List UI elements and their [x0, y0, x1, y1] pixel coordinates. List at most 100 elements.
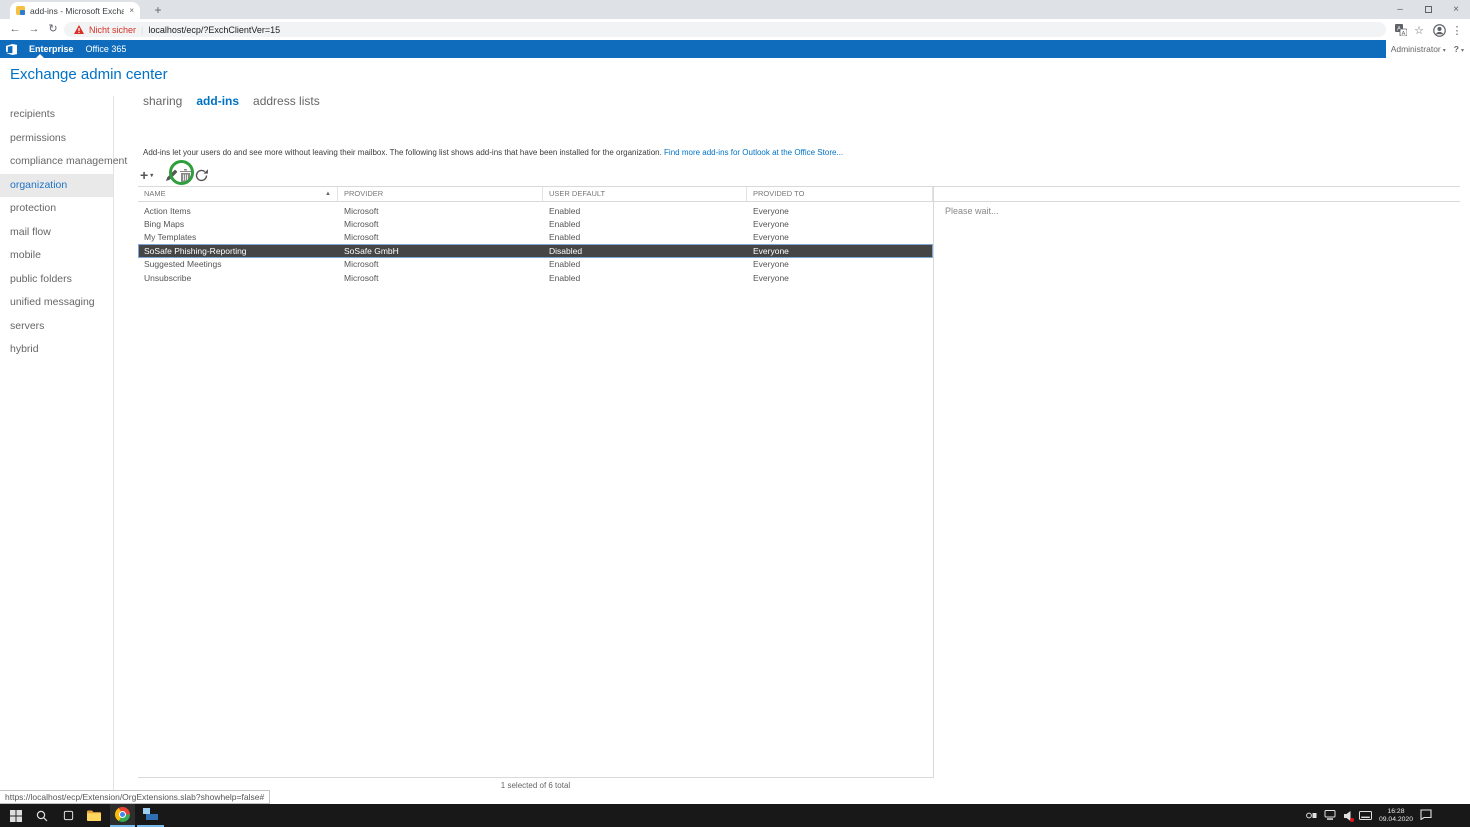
sidebar-item-hybrid[interactable]: hybrid — [0, 338, 113, 362]
start-button[interactable] — [4, 804, 28, 827]
exchange-favicon — [16, 6, 25, 15]
file-explorer-button[interactable] — [82, 804, 106, 827]
help-menu[interactable]: ?▾ — [1454, 44, 1464, 54]
sidebar-item-recipients[interactable]: recipients — [0, 103, 113, 127]
sidebar-item-permissions[interactable]: permissions — [0, 127, 113, 151]
table-cell: Bing Maps — [138, 219, 338, 229]
app-taskbar-button[interactable] — [137, 804, 164, 827]
tray-status-icon[interactable] — [1306, 807, 1317, 825]
profile-avatar-icon[interactable] — [1432, 23, 1446, 37]
translate-icon[interactable]: AA — [1394, 23, 1408, 37]
sidebar-item-mail-flow[interactable]: mail flow — [0, 221, 113, 245]
bookmark-star-icon[interactable]: ☆ — [1412, 23, 1426, 37]
table-cell: Microsoft — [338, 259, 543, 269]
table-row[interactable]: SoSafe Phishing-ReportingSoSafe GmbHDisa… — [138, 244, 933, 257]
nav-office-365[interactable]: Office 365 — [86, 44, 127, 54]
table-row[interactable]: My TemplatesMicrosoftEnabledEveryone — [138, 231, 933, 244]
pencil-icon — [166, 169, 178, 181]
taskbar-clock[interactable]: 16:28 09.04.2020 — [1379, 808, 1413, 824]
table-cell: Everyone — [747, 246, 933, 256]
new-tab-button[interactable]: + — [150, 3, 166, 19]
sidebar-item-servers[interactable]: servers — [0, 315, 113, 339]
action-center-icon[interactable] — [1420, 807, 1432, 825]
list-rows: Action ItemsMicrosoftEnabledEveryoneBing… — [138, 204, 933, 284]
taskbar: 16:28 09.04.2020 — [0, 804, 1470, 827]
status-bar-link: https://localhost/ecp/Extension/OrgExten… — [0, 790, 270, 804]
table-cell: Everyone — [747, 206, 933, 216]
window-restore-button[interactable] — [1414, 0, 1442, 19]
security-warning-label[interactable]: Nicht sicher — [89, 25, 136, 35]
chevron-down-icon: ▾ — [150, 172, 153, 179]
task-view-button[interactable] — [56, 804, 80, 827]
table-cell: Action Items — [138, 206, 338, 216]
mute-badge — [1350, 818, 1354, 822]
address-bar[interactable]: Nicht sicher | localhost/ecp/?ExchClient… — [64, 22, 1386, 37]
table-cell: Enabled — [543, 273, 747, 283]
table-cell: SoSafe Phishing-Reporting — [138, 246, 338, 256]
network-icon[interactable] — [1324, 807, 1336, 825]
reload-icon[interactable]: ↻ — [44, 19, 62, 40]
table-cell: My Templates — [138, 232, 338, 242]
table-cell: Everyone — [747, 259, 933, 269]
browser-tab[interactable]: add-ins - Microsoft Exchange × — [10, 2, 140, 19]
task-view-icon — [63, 810, 74, 821]
window-minimize-button[interactable]: – — [1386, 0, 1414, 19]
chevron-down-icon: ▾ — [1461, 48, 1464, 54]
command-bar: +▾ — [140, 165, 260, 185]
table-row[interactable]: Action ItemsMicrosoftEnabledEveryone — [138, 204, 933, 217]
table-cell: SoSafe GmbH — [338, 246, 543, 256]
sidebar-item-unified-messaging[interactable]: unified messaging — [0, 291, 113, 315]
windows-logo-icon — [10, 810, 22, 822]
sidebar-item-public-folders[interactable]: public folders — [0, 268, 113, 292]
nav-enterprise[interactable]: Enterprise — [29, 44, 74, 54]
table-row[interactable]: UnsubscribeMicrosoftEnabledEveryone — [138, 271, 933, 284]
column-header-provider[interactable]: PROVIDER — [338, 187, 543, 201]
table-cell: Disabled — [543, 246, 747, 256]
column-header-name[interactable]: NAME▲ — [138, 187, 338, 201]
tab-close-icon[interactable]: × — [129, 6, 134, 15]
sidebar-item-organization[interactable]: organization — [0, 174, 113, 198]
table-cell: Unsubscribe — [138, 273, 338, 283]
tab-sharing[interactable]: sharing — [143, 94, 182, 108]
url-text[interactable]: localhost/ecp/?ExchClientVer=15 — [148, 25, 280, 35]
selection-count: 1 selected of 6 total — [138, 781, 933, 790]
o365-suite-bar: Enterprise Office 365 Administrator▾ ?▾ — [0, 40, 1470, 58]
sidebar-item-compliance-management[interactable]: compliance management — [0, 150, 113, 174]
delete-button[interactable] — [180, 165, 191, 185]
volume-muted-icon[interactable] — [1343, 811, 1352, 821]
column-header-provided-to[interactable]: PROVIDED TO — [747, 187, 933, 201]
tab-title: add-ins - Microsoft Exchange — [30, 6, 124, 16]
security-warning-icon — [74, 25, 84, 34]
table-row[interactable]: Bing MapsMicrosoftEnabledEveryone — [138, 217, 933, 230]
edit-button[interactable] — [166, 165, 178, 185]
forward-icon[interactable]: → — [25, 19, 43, 40]
details-pane-status: Please wait... — [945, 206, 999, 216]
tab-add-ins[interactable]: add-ins — [196, 94, 239, 108]
sidebar-item-mobile[interactable]: mobile — [0, 244, 113, 268]
new-add-in-button[interactable]: +▾ — [140, 165, 153, 185]
taskbar-search-button[interactable] — [30, 804, 54, 827]
window-close-button[interactable]: × — [1442, 0, 1470, 19]
table-cell: Enabled — [543, 232, 747, 242]
account-menu[interactable]: Administrator▾ — [1391, 44, 1446, 54]
sort-ascending-icon: ▲ — [325, 187, 331, 201]
browser-menu-icon[interactable]: ⋮ — [1450, 23, 1464, 37]
table-cell: Everyone — [747, 219, 933, 229]
chrome-taskbar-button[interactable] — [110, 804, 135, 827]
touch-keyboard-icon[interactable] — [1359, 807, 1372, 825]
o365-blue-bar: Enterprise Office 365 — [0, 40, 1386, 58]
table-cell: Enabled — [543, 206, 747, 216]
office-logo-icon[interactable] — [6, 44, 17, 55]
browser-tab-strip: add-ins - Microsoft Exchange × + – × — [0, 0, 1470, 19]
tab-address-lists[interactable]: address lists — [253, 94, 320, 108]
table-row[interactable]: Suggested MeetingsMicrosoftEnabledEveryo… — [138, 258, 933, 271]
back-icon[interactable]: ← — [6, 19, 24, 40]
refresh-button[interactable] — [195, 165, 208, 185]
chrome-icon — [115, 807, 130, 822]
office-store-link[interactable]: Find more add-ins for Outlook at the Off… — [664, 148, 843, 157]
column-header-user-default[interactable]: USER DEFAULT — [543, 187, 747, 201]
chevron-down-icon: ▾ — [1443, 48, 1446, 54]
app-icon — [143, 808, 158, 821]
sidebar-item-protection[interactable]: protection — [0, 197, 113, 221]
clock-time: 16:28 — [1379, 808, 1413, 816]
